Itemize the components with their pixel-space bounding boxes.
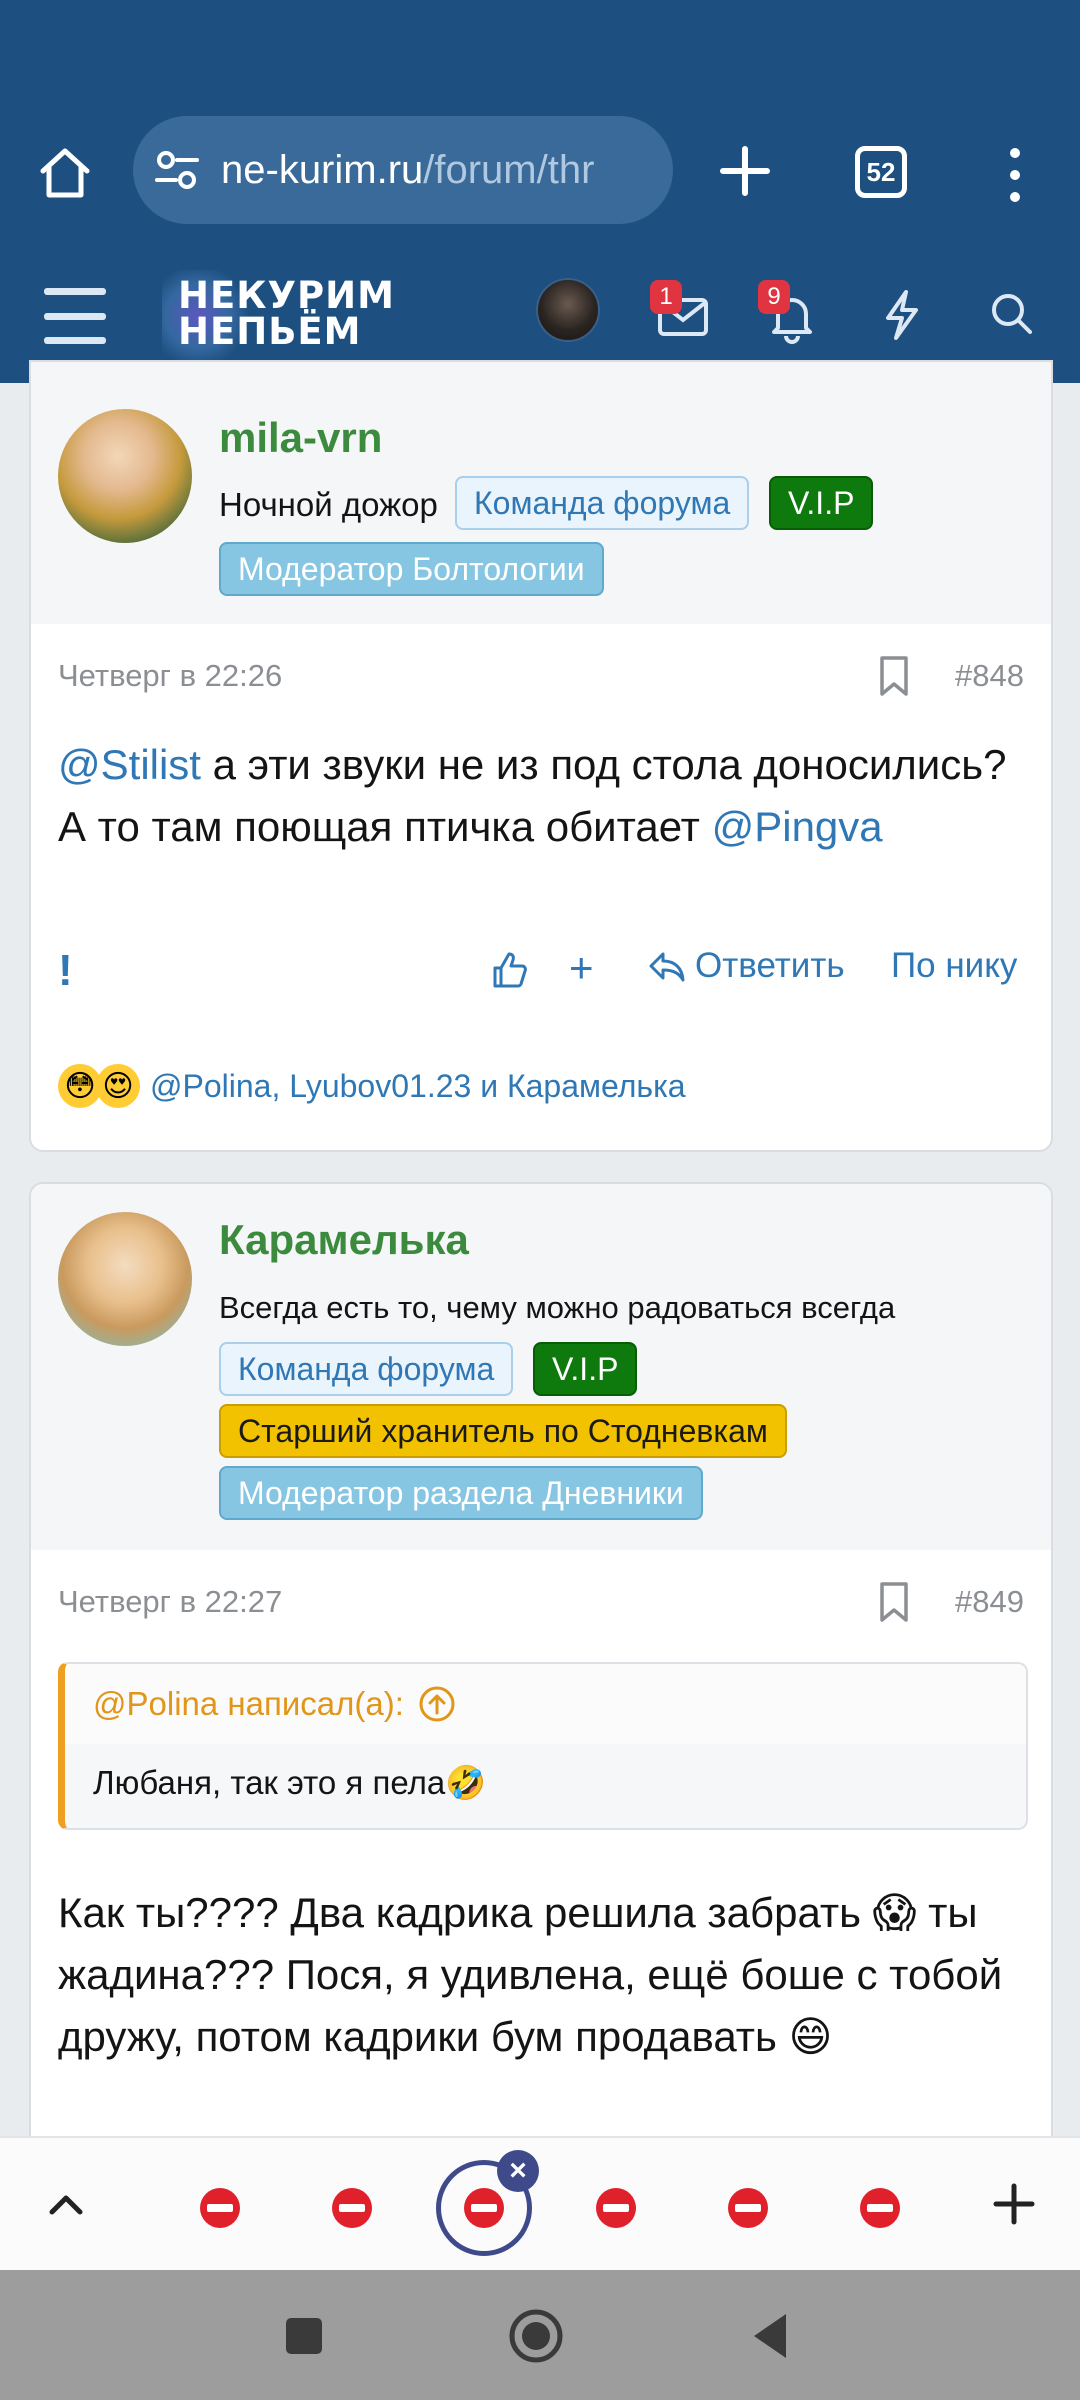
bookmark-icon[interactable] <box>874 654 914 698</box>
tab-favicon-icon[interactable] <box>190 2178 250 2238</box>
post-date[interactable]: Четверг в 22:27 <box>58 1584 282 1620</box>
add-tab-icon[interactable] <box>984 2174 1044 2234</box>
post-849: Карамелька Всегда есть то, чему можно ра… <box>29 1182 1053 2182</box>
banner-senior-keeper: Старший хранитель по Стодневкам <box>219 1404 787 1458</box>
browser-toolbar: ne-kurim.ru/forum/thr 52 <box>0 100 1080 248</box>
like-button[interactable] <box>489 950 529 990</box>
quote-block: @Polina написал(а): Любаня, так это я пе… <box>58 1662 1028 1830</box>
url-text: ne-kurim.ru/forum/thr <box>221 148 594 193</box>
quote-author: @Polina написал(а): <box>93 1685 404 1722</box>
recents-icon[interactable] <box>276 2308 332 2364</box>
post-user-info: Карамелька Всегда есть то, чему можно ра… <box>31 1184 1051 1550</box>
new-tab-icon[interactable] <box>710 126 780 216</box>
user-title: Ночной дожор <box>219 486 438 523</box>
mention-link[interactable]: @Pingva <box>712 803 883 850</box>
heart-eyes-emoji-icon: 😍 <box>96 1064 140 1108</box>
menu-icon[interactable] <box>44 288 106 344</box>
logo-line1: НЕКУРИМ <box>178 274 395 317</box>
post-body: @Stilist а эти звуки не из под стола дон… <box>58 734 1038 858</box>
tab-strip: × <box>0 2136 1080 2270</box>
account-avatar[interactable] <box>536 278 600 342</box>
reply-button[interactable]: Ответить <box>647 946 845 986</box>
thumbs-up-icon <box>493 952 527 988</box>
more-menu-icon[interactable] <box>990 130 1040 220</box>
url-path: /forum/thr <box>423 147 595 192</box>
user-avatar[interactable] <box>58 1212 192 1346</box>
home-icon[interactable] <box>30 138 100 208</box>
post-number[interactable]: #849 <box>955 1584 1024 1620</box>
logo-text: НЕКУРИМ НЕПЬЁМ <box>178 274 395 353</box>
post-user-info: mila-vrn Ночной дожор Команда форума V.I… <box>31 362 1051 624</box>
status-bar <box>0 0 1080 100</box>
alerts-badge: 9 <box>758 280 790 314</box>
banner-moderator: Модератор Болтологии <box>219 542 604 596</box>
inbox-badge: 1 <box>650 280 682 314</box>
reply-icon <box>649 952 685 982</box>
search-icon[interactable] <box>980 278 1044 348</box>
username[interactable]: Карамелька <box>219 1216 469 1264</box>
quote-header[interactable]: @Polina написал(а): <box>65 1664 1026 1744</box>
quote-text: Любаня, так это я пела🤣 <box>93 1764 487 1801</box>
post-text: Как ты???? Два кадрика решила забрать 😱 … <box>58 1889 1003 2060</box>
banner-vip: V.I.P <box>533 1342 638 1396</box>
bookmark-icon[interactable] <box>874 1580 914 1624</box>
tab-favicon-icon[interactable] <box>718 2178 778 2238</box>
banner-moderator: Модератор раздела Дневники <box>219 1466 703 1520</box>
home-nav-icon[interactable] <box>508 2308 564 2364</box>
username[interactable]: mila-vrn <box>219 414 382 462</box>
post-number[interactable]: #848 <box>955 658 1024 694</box>
address-bar[interactable]: ne-kurim.ru/forum/thr <box>133 116 673 224</box>
tab-favicon-icon[interactable] <box>586 2178 646 2238</box>
post-date[interactable]: Четверг в 22:26 <box>58 658 282 694</box>
system-nav-bar <box>0 2270 1080 2400</box>
multiquote-button[interactable]: + <box>569 944 594 992</box>
user-avatar[interactable] <box>58 409 192 543</box>
reaction-users[interactable]: @Polina, Lyubov01.23 и Карамелька <box>150 1068 686 1105</box>
tab-favicon-icon[interactable] <box>322 2178 382 2238</box>
reply-label: Ответить <box>695 946 845 985</box>
tab-favicon-icon[interactable] <box>850 2178 910 2238</box>
alerts-icon[interactable]: 9 <box>758 278 822 348</box>
site-settings-icon[interactable] <box>151 144 203 196</box>
site-logo[interactable]: НЕКУРИМ НЕПЬЁМ <box>162 270 412 362</box>
back-icon[interactable] <box>744 2308 800 2364</box>
logo-line2: НЕПЬЁМ <box>178 310 362 353</box>
banner-vip: V.I.P <box>769 476 874 530</box>
arrow-up-circle-icon <box>419 1686 455 1722</box>
tab-switcher-button[interactable]: 52 <box>855 146 907 198</box>
banner-team: Команда форума <box>219 1342 514 1396</box>
mention-link[interactable]: @Stilist <box>58 741 201 788</box>
inbox-icon[interactable]: 1 <box>650 278 714 348</box>
close-tab-icon[interactable]: × <box>497 2150 539 2192</box>
chevron-up-icon[interactable] <box>40 2174 92 2234</box>
user-title: Всегда есть то, чему можно радоваться вс… <box>219 1290 896 1325</box>
banner-team: Команда форума <box>455 476 750 530</box>
whats-new-icon[interactable] <box>870 278 934 348</box>
post-848: mila-vrn Ночной дожор Команда форума V.I… <box>29 360 1053 1152</box>
reactions-bar[interactable]: 😳 😍 @Polina, Lyubov01.23 и Карамелька <box>58 1064 686 1108</box>
report-button[interactable]: ! <box>58 946 73 996</box>
url-host: ne-kurim.ru <box>221 147 424 192</box>
quote-by-nick-button[interactable]: По нику <box>891 946 1017 986</box>
